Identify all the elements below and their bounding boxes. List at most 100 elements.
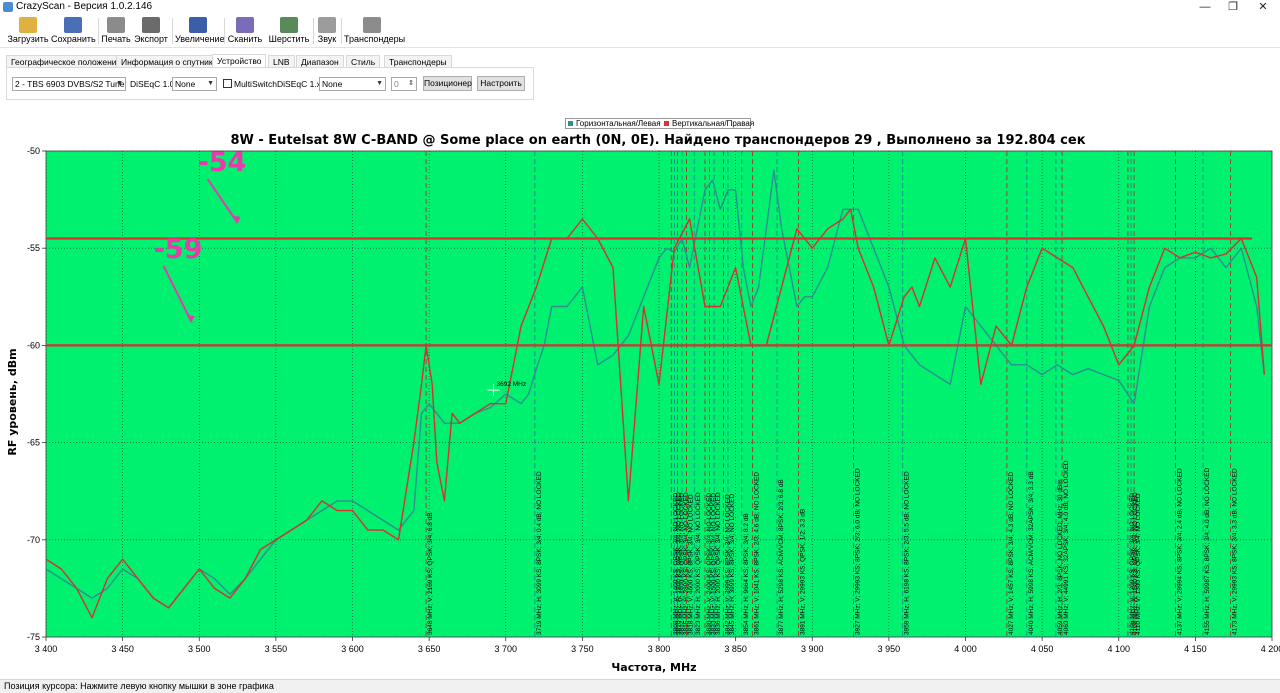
diseqc1x-value: None	[322, 79, 343, 89]
transponders-button[interactable]: Транспондеры	[344, 15, 405, 47]
spectrum-chart[interactable]: 8W - Eutelsat 8W C-BAND @ Some place on …	[0, 115, 1280, 677]
chevron-down-icon: ▼	[116, 80, 123, 87]
transponder-label: 3854 MHz; H; 9664 KS; 8PSK; 3/4; 8.2 dB	[743, 513, 750, 635]
spin-arrows-icon: ⇕	[408, 80, 414, 87]
status-bar: Позиция курсора: Нажмите левую кнопку мы…	[0, 679, 1280, 693]
x-tick-label: 3 500	[188, 644, 211, 654]
transponder-label: 3719 MHz; H; 3099 KS; 8PSK; 3/4; 0.4 dB;…	[536, 471, 543, 635]
spectrum-chart-svg[interactable]: 8W - Eutelsat 8W C-BAND @ Some place on …	[0, 115, 1280, 677]
maximize-button[interactable]: ❐	[1220, 0, 1246, 14]
transponder-label: 4027 MHz; V; 1457 KS; 8PSK; 3/4; 4.3 dB;…	[1008, 472, 1015, 635]
chart-icon	[363, 17, 381, 33]
diseqc10-value: None	[175, 79, 196, 89]
toolbar: Загрузить Сохранить Печать Экспорт Увели…	[0, 14, 1280, 48]
diseqc1x-number-stepper[interactable]: 0 ⇕	[391, 77, 417, 91]
multiswitch-checkbox[interactable]	[223, 79, 232, 88]
transponder-label: 4040 MHz; H; 5998 KS; ACM/VCM; 32APSK; 3…	[1028, 471, 1035, 635]
multiswitch-label: MultiSwitch	[234, 79, 277, 89]
toolbar-separator	[341, 18, 342, 44]
y-tick-label: -75	[27, 632, 40, 642]
transponder-label: 3823 MHz; H; 2000 KS; QPSK; 3/4; NO LOCK…	[695, 492, 702, 635]
save-label: Сохранить	[51, 34, 96, 44]
diseqc1x-label: DiSEqC 1.x:	[277, 79, 324, 89]
cursor-position-status: Позиция курсора: Нажмите левую кнопку мы…	[4, 681, 274, 691]
blindscan-label: Шерстить	[268, 34, 310, 44]
x-tick-label: 4 200	[1261, 644, 1280, 654]
toolbar-separator	[172, 18, 173, 44]
x-tick-label: 3 750	[571, 644, 594, 654]
x-tick-label: 3 950	[878, 644, 901, 654]
zoom-label: Увеличение	[175, 34, 225, 44]
x-tick-label: 4 150	[1184, 644, 1207, 654]
printer-icon	[107, 17, 125, 33]
satellite-dish-icon	[280, 17, 298, 33]
transponder-label: 3959 MHz; H; 6198 KS; 8PSK; 2/3; 5.5 dB;…	[904, 471, 911, 635]
x-tick-label: 3 850	[724, 644, 747, 654]
transponder-label: 4110 MHz; V; 1300 KS; QPSK; 3/4; NO LOCK…	[1135, 493, 1142, 635]
transponder-label: 4137 MHz; V; 29994 KS; 8PSK; 3/4; 2.4 dB…	[1176, 468, 1183, 635]
transponder-label: 4155 MHz; H; 59987 KS; 8PSK; 3/4; 4.0 dB…	[1204, 467, 1211, 635]
x-tick-label: 4 000	[954, 644, 977, 654]
chevron-down-icon: ▼	[376, 80, 383, 87]
x-tick-label: 3 800	[648, 644, 671, 654]
minimize-button[interactable]: —	[1192, 0, 1218, 14]
diseqc10-label: DiSEqC 1.0:	[130, 79, 177, 89]
transponder-label: 4173 MHz; V; 29993 KS; 8PSK; 3/4; 3.3 dB…	[1232, 468, 1239, 635]
title-bar: CrazyScan - Версия 1.0.2.146 — ❐ ✕	[0, 0, 1280, 14]
transponder-label: 3891 MHz; V; 29993 KS; QPSK; 1/2; 3.3 dB	[799, 509, 806, 635]
zoom-button[interactable]: Увеличение	[175, 15, 225, 47]
tab-device[interactable]: Устройство	[212, 54, 267, 68]
diseqc1x-select[interactable]: None ▼	[319, 77, 386, 91]
sound-label: Звук	[317, 34, 337, 44]
x-tick-label: 3 700	[494, 644, 517, 654]
toolbar-separator	[313, 18, 314, 44]
transponder-label: 3836 MHz; H; 2000 KS; QPSK; 3/4; NO LOCK…	[715, 492, 722, 635]
scan-button[interactable]: Сканить	[227, 15, 263, 47]
transponders-label: Транспондеры	[344, 34, 406, 44]
folder-icon	[19, 17, 37, 33]
positioner-button[interactable]: Позиционер	[423, 76, 472, 91]
transponder-label: 3877 MHz; H; 5298 KS; ACM/VCM; 8PSK; 2/3…	[778, 479, 785, 635]
blindscan-button[interactable]: Шерстить	[268, 15, 310, 47]
x-tick-label: 4 050	[1031, 644, 1054, 654]
transponder-label: 3818 MHz; V; 4600 KS; 8PSK; 3/4; NO LOCK…	[688, 494, 695, 635]
y-axis-title: RF уровень, dBm	[6, 348, 19, 455]
transponder-label: 3648 MHz; V; 2169 KS; QPSK; 3/4; 6.8 dB	[427, 512, 434, 635]
app-icon	[3, 2, 13, 12]
x-tick-label: 3 900	[801, 644, 824, 654]
configure-button[interactable]: Настроить	[477, 76, 525, 91]
zoom-icon	[189, 17, 207, 33]
close-button[interactable]: ✕	[1250, 0, 1276, 14]
y-tick-label: -60	[27, 340, 40, 350]
annotation-label: -59	[154, 234, 203, 265]
cursor-label: 3692 MHz	[496, 381, 526, 388]
y-tick-label: -70	[27, 535, 40, 545]
tuner-select-value: 2 - TBS 6903 DVBS/S2 Tuner 0	[15, 79, 126, 89]
export-button[interactable]: Экспорт	[134, 15, 168, 47]
sound-button[interactable]: Звук	[315, 15, 339, 47]
window-title: CrazyScan - Версия 1.0.2.146	[16, 1, 153, 12]
toolbar-separator	[98, 18, 99, 44]
y-tick-label: -65	[27, 438, 40, 448]
x-tick-label: 3 450	[111, 644, 134, 654]
y-tick-label: -55	[27, 243, 40, 253]
transponder-label: 4059 MHz; H; 2/3; 8PSK; NO LOCKED; MHz; …	[1057, 479, 1064, 635]
device-panel: 2 - TBS 6903 DVBS/S2 Tuner 0 ▼ DiSEqC 1.…	[6, 67, 534, 100]
scan-label: Сканить	[227, 34, 263, 44]
diseqc10-select[interactable]: None ▼	[172, 77, 217, 91]
x-tick-label: 4 100	[1107, 644, 1130, 654]
print-button[interactable]: Печать	[100, 15, 132, 47]
x-tick-label: 3 650	[418, 644, 441, 654]
sound-icon	[318, 17, 336, 33]
x-axis-title: Частота, MHz	[611, 661, 696, 674]
x-tick-label: 3 400	[35, 644, 58, 654]
load-button[interactable]: Загрузить	[6, 15, 50, 47]
transponder-label: 3927 MHz; V; 29993 KS; 8PSK; 2/3; 6.0 dB…	[855, 468, 862, 635]
transponder-label: 3861 MHz; V; 1041 KS; 8PSK; 2/3; 4.6 dB;…	[753, 472, 760, 635]
chevron-down-icon: ▼	[207, 80, 214, 87]
tuner-select[interactable]: 2 - TBS 6903 DVBS/S2 Tuner 0 ▼	[12, 77, 126, 91]
toolbar-separator	[224, 18, 225, 44]
y-tick-label: -50	[27, 146, 40, 156]
save-button[interactable]: Сохранить	[51, 15, 96, 47]
scan-icon	[236, 17, 254, 33]
